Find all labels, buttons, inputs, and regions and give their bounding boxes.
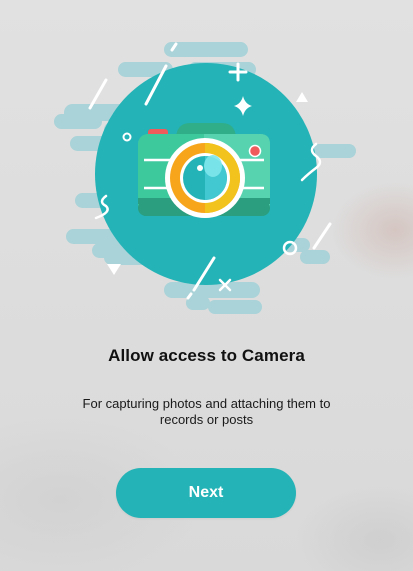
triangle-icon (296, 92, 308, 102)
camera-icon (138, 123, 270, 218)
next-button[interactable]: Next (116, 468, 296, 518)
page-title: Allow access to Camera (108, 346, 305, 365)
camera-illustration (54, 42, 356, 314)
permission-description: For capturing photos and attaching them … (82, 396, 331, 427)
triangle-icon (107, 264, 121, 275)
next-button-label: Next (188, 484, 224, 501)
